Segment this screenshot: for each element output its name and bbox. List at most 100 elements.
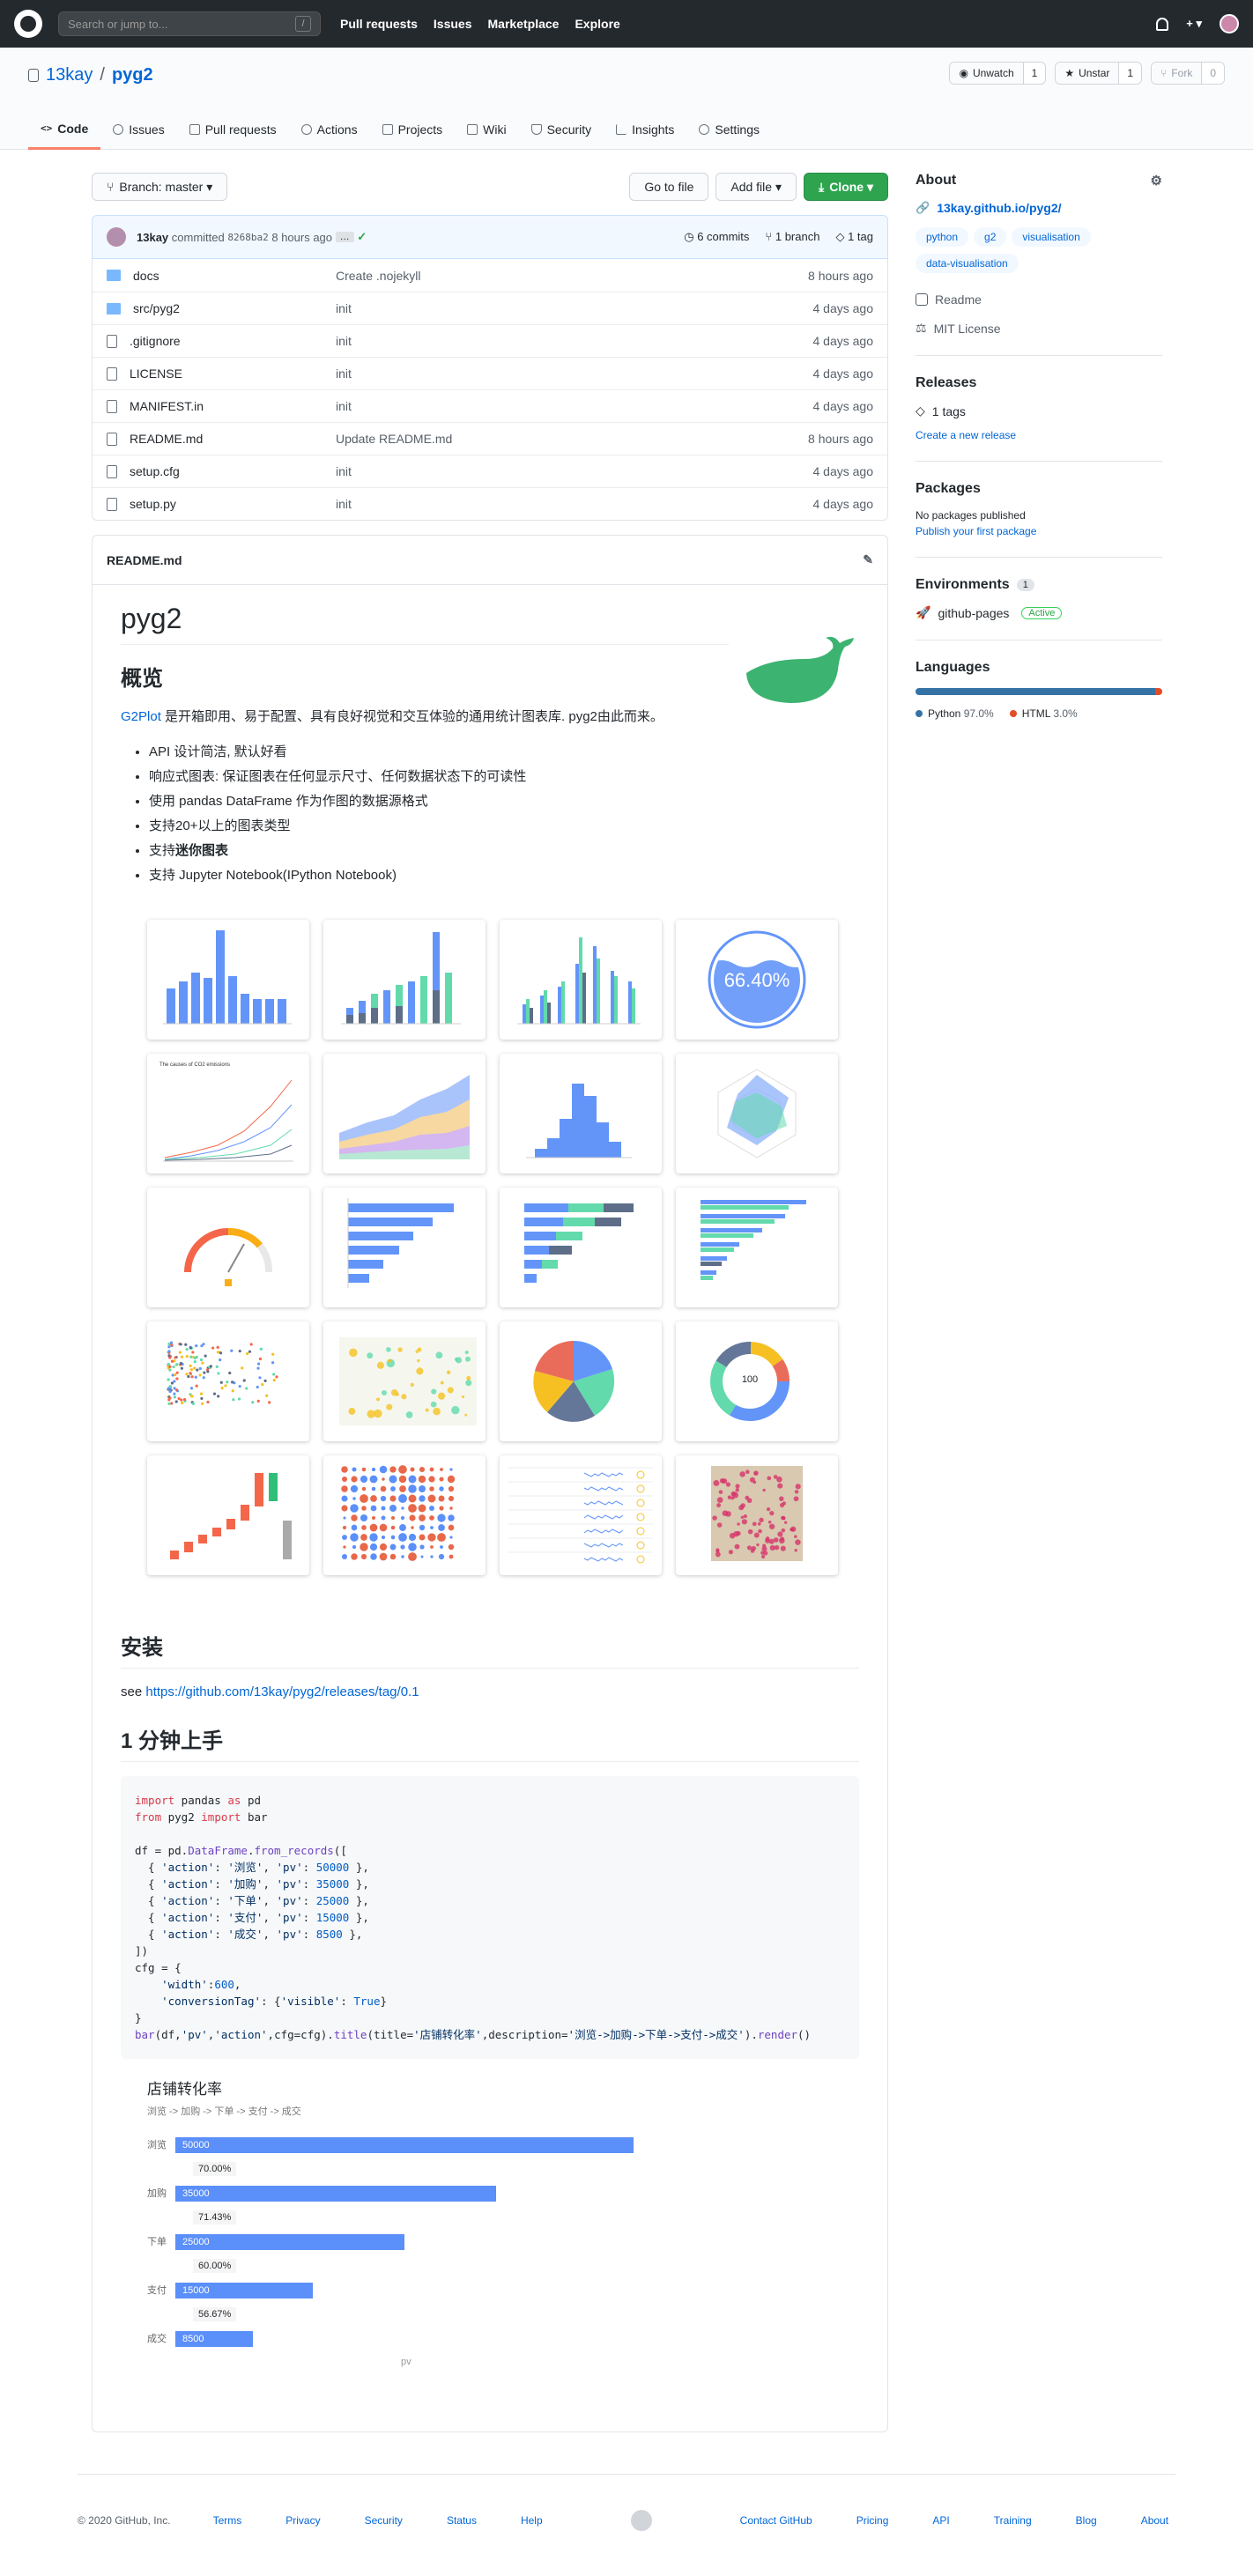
readme-link[interactable]: Readme bbox=[916, 292, 1162, 307]
file-link[interactable]: setup.py bbox=[130, 497, 176, 511]
footer-link-security[interactable]: Security bbox=[365, 2514, 403, 2527]
fork-button[interactable]: ⑂ Fork 0 bbox=[1151, 62, 1225, 85]
tab-security[interactable]: Security bbox=[519, 109, 604, 150]
commit-message[interactable]: init bbox=[336, 366, 767, 381]
watch-button[interactable]: ◉ Unwatch 1 bbox=[949, 62, 1047, 85]
commit-message[interactable]: Update README.md bbox=[336, 432, 767, 446]
funnel-bar[interactable]: 25000 bbox=[175, 2234, 404, 2250]
plus-menu-icon[interactable]: + ▾ bbox=[1186, 17, 1202, 31]
commit-message[interactable]: init bbox=[336, 464, 767, 478]
commit-message[interactable]: init bbox=[336, 497, 767, 511]
footer-link-training[interactable]: Training bbox=[994, 2514, 1032, 2527]
file-link[interactable]: docs bbox=[133, 269, 159, 283]
environments-heading[interactable]: Environments 1 bbox=[916, 577, 1162, 593]
add-file-button[interactable]: Add file ▾ bbox=[715, 173, 797, 201]
commit-message[interactable]: Create .nojekyll bbox=[336, 269, 767, 283]
tab-actions[interactable]: Actions bbox=[289, 109, 370, 150]
fork-count[interactable]: 0 bbox=[1202, 63, 1224, 84]
file-link[interactable]: LICENSE bbox=[130, 366, 182, 381]
commit-more-button[interactable]: … bbox=[335, 232, 354, 242]
watch-count[interactable]: 1 bbox=[1023, 63, 1046, 84]
clone-button[interactable]: ⤓ Clone ▾ bbox=[803, 173, 888, 201]
file-row[interactable]: setup.py init 4 days ago bbox=[93, 487, 887, 520]
gear-icon[interactable]: ⚙ bbox=[1151, 173, 1162, 189]
homepage-link[interactable]: 13kay.github.io/pyg2/ bbox=[937, 201, 1061, 215]
packages-heading[interactable]: Packages bbox=[916, 481, 1162, 497]
tab-insights[interactable]: Insights bbox=[604, 109, 686, 150]
file-link[interactable]: setup.cfg bbox=[130, 464, 180, 478]
tab-wiki[interactable]: Wiki bbox=[455, 109, 518, 150]
bell-icon[interactable] bbox=[1156, 17, 1169, 31]
footer-link-terms[interactable]: Terms bbox=[213, 2514, 242, 2527]
star-count[interactable]: 1 bbox=[1119, 63, 1142, 84]
tab-code[interactable]: <> Code bbox=[28, 109, 101, 150]
footer-link-help[interactable]: Help bbox=[521, 2514, 543, 2527]
history-link[interactable]: ◷ 6 commits bbox=[684, 230, 749, 244]
nav-marketplace[interactable]: Marketplace bbox=[488, 17, 560, 31]
nav-explore[interactable]: Explore bbox=[575, 17, 619, 31]
file-row[interactable]: docs Create .nojekyll 8 hours ago bbox=[93, 259, 887, 292]
branch-select[interactable]: ⑂ Branch: master ▾ bbox=[92, 173, 228, 201]
file-link[interactable]: README.md bbox=[130, 432, 203, 446]
topic-tag[interactable]: data-visualisation bbox=[916, 254, 1019, 273]
commit-sha[interactable]: 8268ba2 bbox=[227, 232, 268, 243]
commit-message[interactable]: init bbox=[336, 399, 767, 413]
publish-package-link[interactable]: Publish your first package bbox=[916, 525, 1162, 537]
repo-owner-link[interactable]: 13kay bbox=[46, 65, 93, 85]
file-link[interactable]: .gitignore bbox=[130, 334, 181, 348]
commit-message[interactable]: init bbox=[336, 334, 767, 348]
nav-issues[interactable]: Issues bbox=[434, 17, 472, 31]
file-row[interactable]: setup.cfg init 4 days ago bbox=[93, 455, 887, 487]
tab-projects[interactable]: Projects bbox=[370, 109, 456, 150]
file-row[interactable]: .gitignore init 4 days ago bbox=[93, 324, 887, 357]
file-link[interactable]: MANIFEST.in bbox=[130, 399, 204, 413]
footer-link-blog[interactable]: Blog bbox=[1076, 2514, 1097, 2527]
footer-link-privacy[interactable]: Privacy bbox=[285, 2514, 320, 2527]
file-row[interactable]: LICENSE init 4 days ago bbox=[93, 357, 887, 389]
license-link[interactable]: ⚖ MIT License bbox=[916, 321, 1162, 336]
avatar[interactable] bbox=[1220, 14, 1239, 33]
funnel-bar[interactable]: 8500 bbox=[175, 2331, 254, 2347]
topic-tag[interactable]: python bbox=[916, 227, 969, 247]
footer-link-api[interactable]: API bbox=[932, 2514, 949, 2527]
tab-settings[interactable]: Settings bbox=[686, 109, 772, 150]
language-item[interactable]: Python 97.0% bbox=[916, 707, 994, 720]
tags-link[interactable]: ◇ 1 tag bbox=[835, 230, 873, 244]
funnel-bar[interactable]: 15000 bbox=[175, 2283, 313, 2298]
commit-author[interactable]: 13kay bbox=[137, 231, 168, 244]
g2plot-link[interactable]: G2Plot bbox=[121, 709, 161, 724]
github-mark-icon[interactable] bbox=[630, 2510, 652, 2531]
footer-link-status[interactable]: Status bbox=[447, 2514, 477, 2527]
file-link[interactable]: src/pyg2 bbox=[133, 301, 180, 315]
language-item[interactable]: HTML 3.0% bbox=[1009, 707, 1078, 720]
tab-issues[interactable]: Issues bbox=[100, 109, 176, 150]
commit-message[interactable]: init bbox=[336, 301, 767, 315]
repo-name-link[interactable]: pyg2 bbox=[112, 65, 153, 85]
search-input[interactable]: Search or jump to... / bbox=[58, 11, 321, 36]
file-icon bbox=[107, 432, 117, 446]
environment-row[interactable]: 🚀 github-pages Active bbox=[916, 605, 1162, 620]
file-row[interactable]: MANIFEST.in init 4 days ago bbox=[93, 389, 887, 422]
branches-link[interactable]: ⑂ 1 branch bbox=[765, 230, 819, 244]
tags-link[interactable]: ◇ 1 tags bbox=[916, 403, 1162, 418]
tab-pull-requests[interactable]: Pull requests bbox=[177, 109, 289, 150]
releases-heading[interactable]: Releases bbox=[916, 375, 1162, 391]
check-icon[interactable]: ✓ bbox=[357, 230, 367, 244]
create-release-link[interactable]: Create a new release bbox=[916, 429, 1162, 441]
nav-pull-requests[interactable]: Pull requests bbox=[340, 17, 418, 31]
funnel-bar[interactable]: 35000 bbox=[175, 2186, 496, 2202]
file-row[interactable]: README.md Update README.md 8 hours ago bbox=[93, 422, 887, 455]
footer-link-pricing[interactable]: Pricing bbox=[856, 2514, 889, 2527]
file-row[interactable]: src/pyg2 init 4 days ago bbox=[93, 292, 887, 324]
go-to-file-button[interactable]: Go to file bbox=[629, 173, 709, 201]
star-button[interactable]: ★ Unstar 1 bbox=[1055, 62, 1143, 85]
footer-link-contact[interactable]: Contact GitHub bbox=[740, 2514, 812, 2527]
topic-tag[interactable]: g2 bbox=[974, 227, 1007, 247]
release-link[interactable]: https://github.com/13kay/pyg2/releases/t… bbox=[145, 1684, 419, 1699]
avatar[interactable] bbox=[107, 227, 126, 247]
topic-tag[interactable]: visualisation bbox=[1012, 227, 1091, 247]
funnel-bar[interactable]: 50000 bbox=[175, 2137, 634, 2153]
pencil-icon[interactable]: ✎ bbox=[863, 552, 873, 567]
github-logo-icon[interactable] bbox=[14, 10, 42, 38]
footer-link-about[interactable]: About bbox=[1141, 2514, 1168, 2527]
